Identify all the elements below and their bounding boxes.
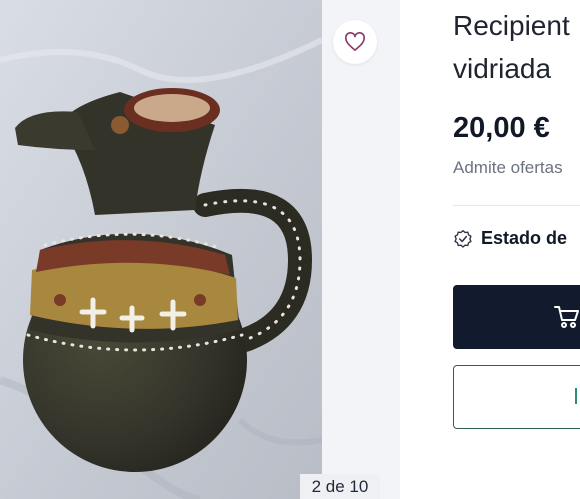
product-title: Recipient vidriada (453, 4, 570, 90)
offer-button-glyph (575, 388, 577, 404)
cart-icon (554, 306, 579, 328)
gallery-side-strip (322, 0, 400, 499)
divider (453, 205, 580, 206)
verified-badge-icon (454, 229, 472, 248)
photo-counter: 2 de 10 (300, 474, 380, 499)
product-price: 20,00 € (453, 112, 550, 144)
product-title-line-1: Recipient (453, 10, 570, 41)
condition-label: Estado de (481, 228, 568, 248)
heart-icon (345, 32, 365, 51)
product-title-line-2: vidriada (453, 53, 552, 84)
offers-note: Admite ofertas (453, 158, 563, 177)
buy-button[interactable] (453, 285, 580, 349)
favorite-button[interactable] (333, 20, 377, 64)
make-offer-button[interactable] (453, 365, 580, 429)
condition-row: Estado de (453, 228, 567, 249)
jug-photo (0, 0, 322, 499)
product-photo[interactable] (0, 0, 322, 499)
